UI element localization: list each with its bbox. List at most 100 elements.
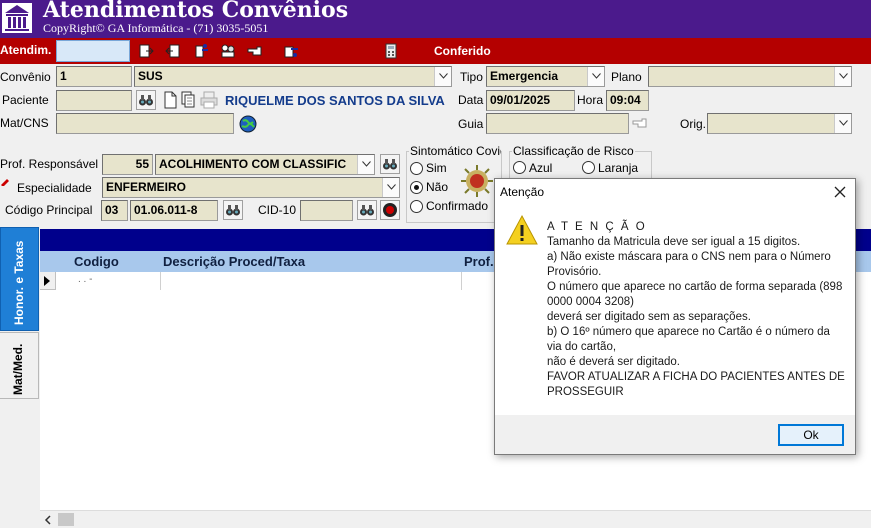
dialog-message: A T E N Ç Ã O Tamanho da Matricula deve … bbox=[547, 220, 847, 400]
copy-document-icon[interactable] bbox=[179, 90, 199, 110]
hora-field[interactable]: 09:04 bbox=[606, 90, 649, 111]
chevron-down-icon[interactable] bbox=[587, 67, 604, 86]
dialog-line: O número que aparece no cartão de forma … bbox=[547, 281, 843, 308]
dialog-title: Atenção bbox=[500, 185, 545, 199]
guia-label: Guia bbox=[458, 117, 484, 131]
atendim-input[interactable] bbox=[56, 40, 130, 62]
plano-label: Plano bbox=[611, 70, 642, 84]
door-enter-icon[interactable] bbox=[138, 43, 154, 59]
nao-label: Não bbox=[426, 180, 449, 194]
binoculars-search-icon[interactable] bbox=[223, 200, 243, 220]
tipo-select[interactable]: Emergencia bbox=[486, 66, 605, 87]
especialidade-label: Especialidade bbox=[17, 181, 92, 195]
chevron-left-icon[interactable] bbox=[44, 515, 52, 525]
tab-mat-med[interactable]: Mat/Med. bbox=[0, 332, 39, 399]
vertical-tabs: Honor. e Taxas Mat/Med. bbox=[0, 224, 40, 528]
col-codigo[interactable]: Codigo bbox=[74, 254, 119, 269]
prof-select[interactable]: ACOLHIMENTO COM CLASSIFIC bbox=[155, 154, 375, 175]
tab-honor-taxas-label: Honor. e Taxas bbox=[12, 240, 26, 325]
pen-icon bbox=[1, 179, 9, 186]
binoculars-search-icon[interactable] bbox=[380, 154, 400, 174]
record-icon[interactable] bbox=[380, 200, 400, 220]
orig-label: Orig. bbox=[680, 117, 707, 131]
col-divider bbox=[160, 272, 161, 290]
paciente-label: Paciente bbox=[2, 93, 49, 107]
horizontal-scrollbar[interactable] bbox=[40, 510, 871, 528]
building-logo-icon bbox=[2, 3, 32, 33]
classificacao-title: Classificação de Risco bbox=[512, 144, 635, 158]
triangle-right-icon bbox=[44, 276, 50, 286]
transfer-icon[interactable] bbox=[193, 43, 209, 59]
app-copyright: CopyRight© GA Informática - (71) 3035-50… bbox=[43, 21, 269, 35]
close-icon[interactable] bbox=[831, 183, 849, 201]
radio-azul[interactable] bbox=[513, 161, 526, 174]
warning-icon bbox=[506, 214, 538, 245]
virus-icon bbox=[461, 165, 493, 197]
data-field[interactable]: 09/01/2025 bbox=[486, 90, 575, 111]
radio-sim[interactable] bbox=[410, 162, 423, 175]
calculator-icon[interactable] bbox=[383, 43, 399, 59]
codigo-grupo-field[interactable]: 03 bbox=[101, 200, 128, 221]
pointing-hand-icon[interactable] bbox=[247, 43, 263, 59]
chevron-down-icon[interactable] bbox=[382, 178, 399, 197]
plano-select[interactable] bbox=[648, 66, 852, 87]
cid10-field[interactable] bbox=[300, 200, 353, 221]
prof-responsavel-label: Prof. Responsável bbox=[0, 157, 99, 171]
dialog-line: FAVOR ATUALIZAR A FICHA DO PACIENTES ANT… bbox=[547, 371, 845, 398]
binoculars-search-icon[interactable] bbox=[357, 200, 377, 220]
laranja-label: Laranja bbox=[598, 161, 639, 175]
dialog-line: não é deverá ser digitado. bbox=[547, 356, 680, 368]
scroll-thumb[interactable] bbox=[58, 513, 74, 526]
matcns-field[interactable] bbox=[56, 113, 234, 134]
new-document-icon[interactable] bbox=[161, 90, 181, 110]
user-swap-icon[interactable] bbox=[283, 43, 299, 59]
tab-mat-med-label: Mat/Med. bbox=[11, 343, 25, 395]
tipo-label: Tipo bbox=[460, 70, 483, 84]
dialog-line: b) O 16º número que aparece no Cartão é … bbox=[547, 326, 830, 353]
confirmado-label: Confirmado bbox=[426, 199, 489, 213]
col-descricao[interactable]: Descrição Proced/Taxa bbox=[163, 254, 305, 269]
door-exit-icon[interactable] bbox=[165, 43, 181, 59]
chevron-down-icon[interactable] bbox=[834, 67, 851, 86]
people-icon[interactable] bbox=[220, 43, 236, 59]
col-divider bbox=[461, 272, 462, 290]
prof-code-field[interactable]: 55 bbox=[102, 154, 153, 175]
data-label: Data bbox=[458, 93, 484, 107]
convenio-label: Convênio bbox=[0, 70, 51, 84]
title-bar: Atendimentos Convênios CopyRight© GA Inf… bbox=[0, 0, 871, 38]
cid10-label: CID-10 bbox=[258, 203, 297, 217]
especialidade-select[interactable]: ENFERMEIRO bbox=[102, 177, 400, 198]
sintomatico-title: Sintomático Covid bbox=[409, 144, 501, 158]
globe-icon[interactable] bbox=[239, 115, 257, 133]
col-prof[interactable]: Prof. bbox=[464, 254, 494, 269]
paciente-code-field[interactable] bbox=[56, 90, 132, 111]
chevron-down-icon[interactable] bbox=[434, 67, 451, 86]
convenio-name: SUS bbox=[138, 69, 163, 83]
dialog-line: a) Não existe máscara para o CNS nem par… bbox=[547, 251, 831, 278]
printer-icon[interactable] bbox=[199, 90, 219, 110]
convenio-code-field[interactable]: 1 bbox=[56, 66, 132, 87]
codigo-mask[interactable]: . . - bbox=[78, 274, 92, 285]
row-indicator bbox=[40, 272, 56, 290]
atendim-label: Atendim. bbox=[0, 43, 52, 57]
chevron-down-icon[interactable] bbox=[357, 155, 374, 174]
codigo-principal-field[interactable]: 01.06.011-8 bbox=[130, 200, 218, 221]
tab-honor-taxas[interactable]: Honor. e Taxas bbox=[0, 227, 39, 331]
prof-name: ACOLHIMENTO COM CLASSIFIC bbox=[159, 157, 347, 171]
warning-dialog: Atenção A T E N Ç Ã O Tamanho da Matricu… bbox=[494, 178, 856, 455]
radio-nao[interactable] bbox=[410, 181, 423, 194]
binoculars-search-icon[interactable] bbox=[136, 90, 156, 110]
guia-field[interactable] bbox=[486, 113, 629, 134]
pointing-hand-icon[interactable] bbox=[632, 117, 650, 131]
chevron-down-icon[interactable] bbox=[834, 114, 851, 133]
radio-laranja[interactable] bbox=[582, 161, 595, 174]
dialog-titlebar: Atenção bbox=[495, 179, 855, 204]
radio-confirmado[interactable] bbox=[410, 200, 423, 213]
app-title: Atendimentos Convênios bbox=[43, 0, 349, 23]
convenio-select[interactable]: SUS bbox=[134, 66, 452, 87]
ok-button[interactable]: Ok bbox=[778, 424, 844, 446]
especialidade-value: ENFERMEIRO bbox=[106, 180, 187, 194]
orig-select[interactable] bbox=[707, 113, 852, 134]
dialog-line: deverá ser digitado sem as separações. bbox=[547, 311, 751, 323]
paciente-name: RIQUELME DOS SANTOS DA SILVA bbox=[225, 93, 445, 108]
